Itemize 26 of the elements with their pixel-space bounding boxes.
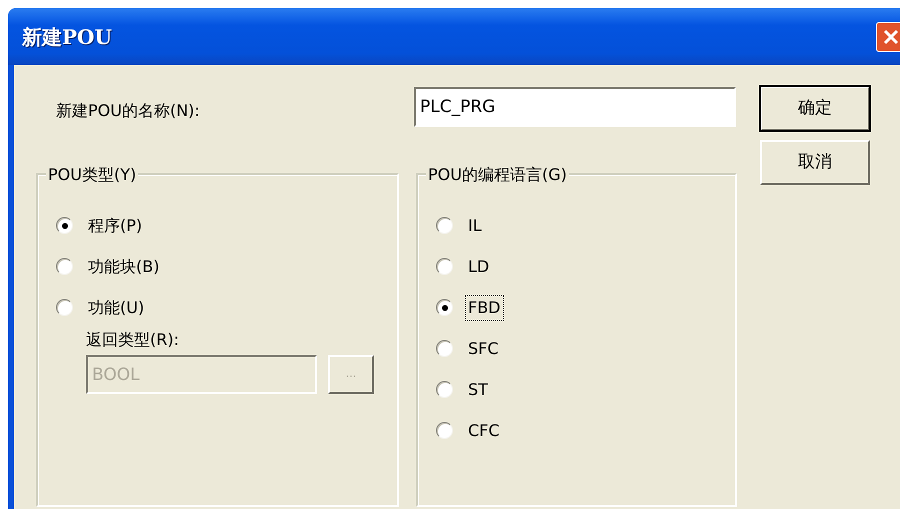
radio-button[interactable] [436, 299, 453, 316]
radio-label[interactable]: 程序(P) [85, 212, 146, 238]
radio-button[interactable] [56, 217, 73, 234]
close-button[interactable] [876, 22, 900, 52]
radio-label[interactable]: 功能块(B) [85, 254, 162, 280]
radio-button[interactable] [436, 340, 453, 357]
close-icon [882, 28, 900, 46]
radio-label[interactable]: SFC [465, 336, 502, 362]
window-title: 新建POU [22, 24, 112, 50]
radio-button[interactable] [436, 258, 453, 275]
radio-button[interactable] [56, 299, 73, 316]
radio-label[interactable]: CFC [465, 418, 503, 444]
radio-label[interactable]: 功能(U) [85, 294, 148, 320]
radio-button[interactable] [56, 258, 73, 275]
radio-button[interactable] [436, 422, 453, 439]
radio-label[interactable]: IL [465, 212, 485, 238]
return-type-label: 返回类型(R): [86, 329, 180, 351]
radio-label[interactable]: ST [465, 376, 491, 402]
name-label: 新建POU的名称(N): [55, 100, 201, 122]
radio-button[interactable] [436, 217, 453, 234]
dialog-button[interactable]: 确定 [760, 86, 870, 131]
dialog-button[interactable]: 取消 [760, 140, 870, 185]
radio-label[interactable]: FBD [465, 294, 504, 320]
name-field[interactable]: PLC_PRG [414, 87, 736, 127]
radio-button[interactable] [436, 381, 453, 398]
radio-label[interactable]: LD [465, 254, 492, 280]
